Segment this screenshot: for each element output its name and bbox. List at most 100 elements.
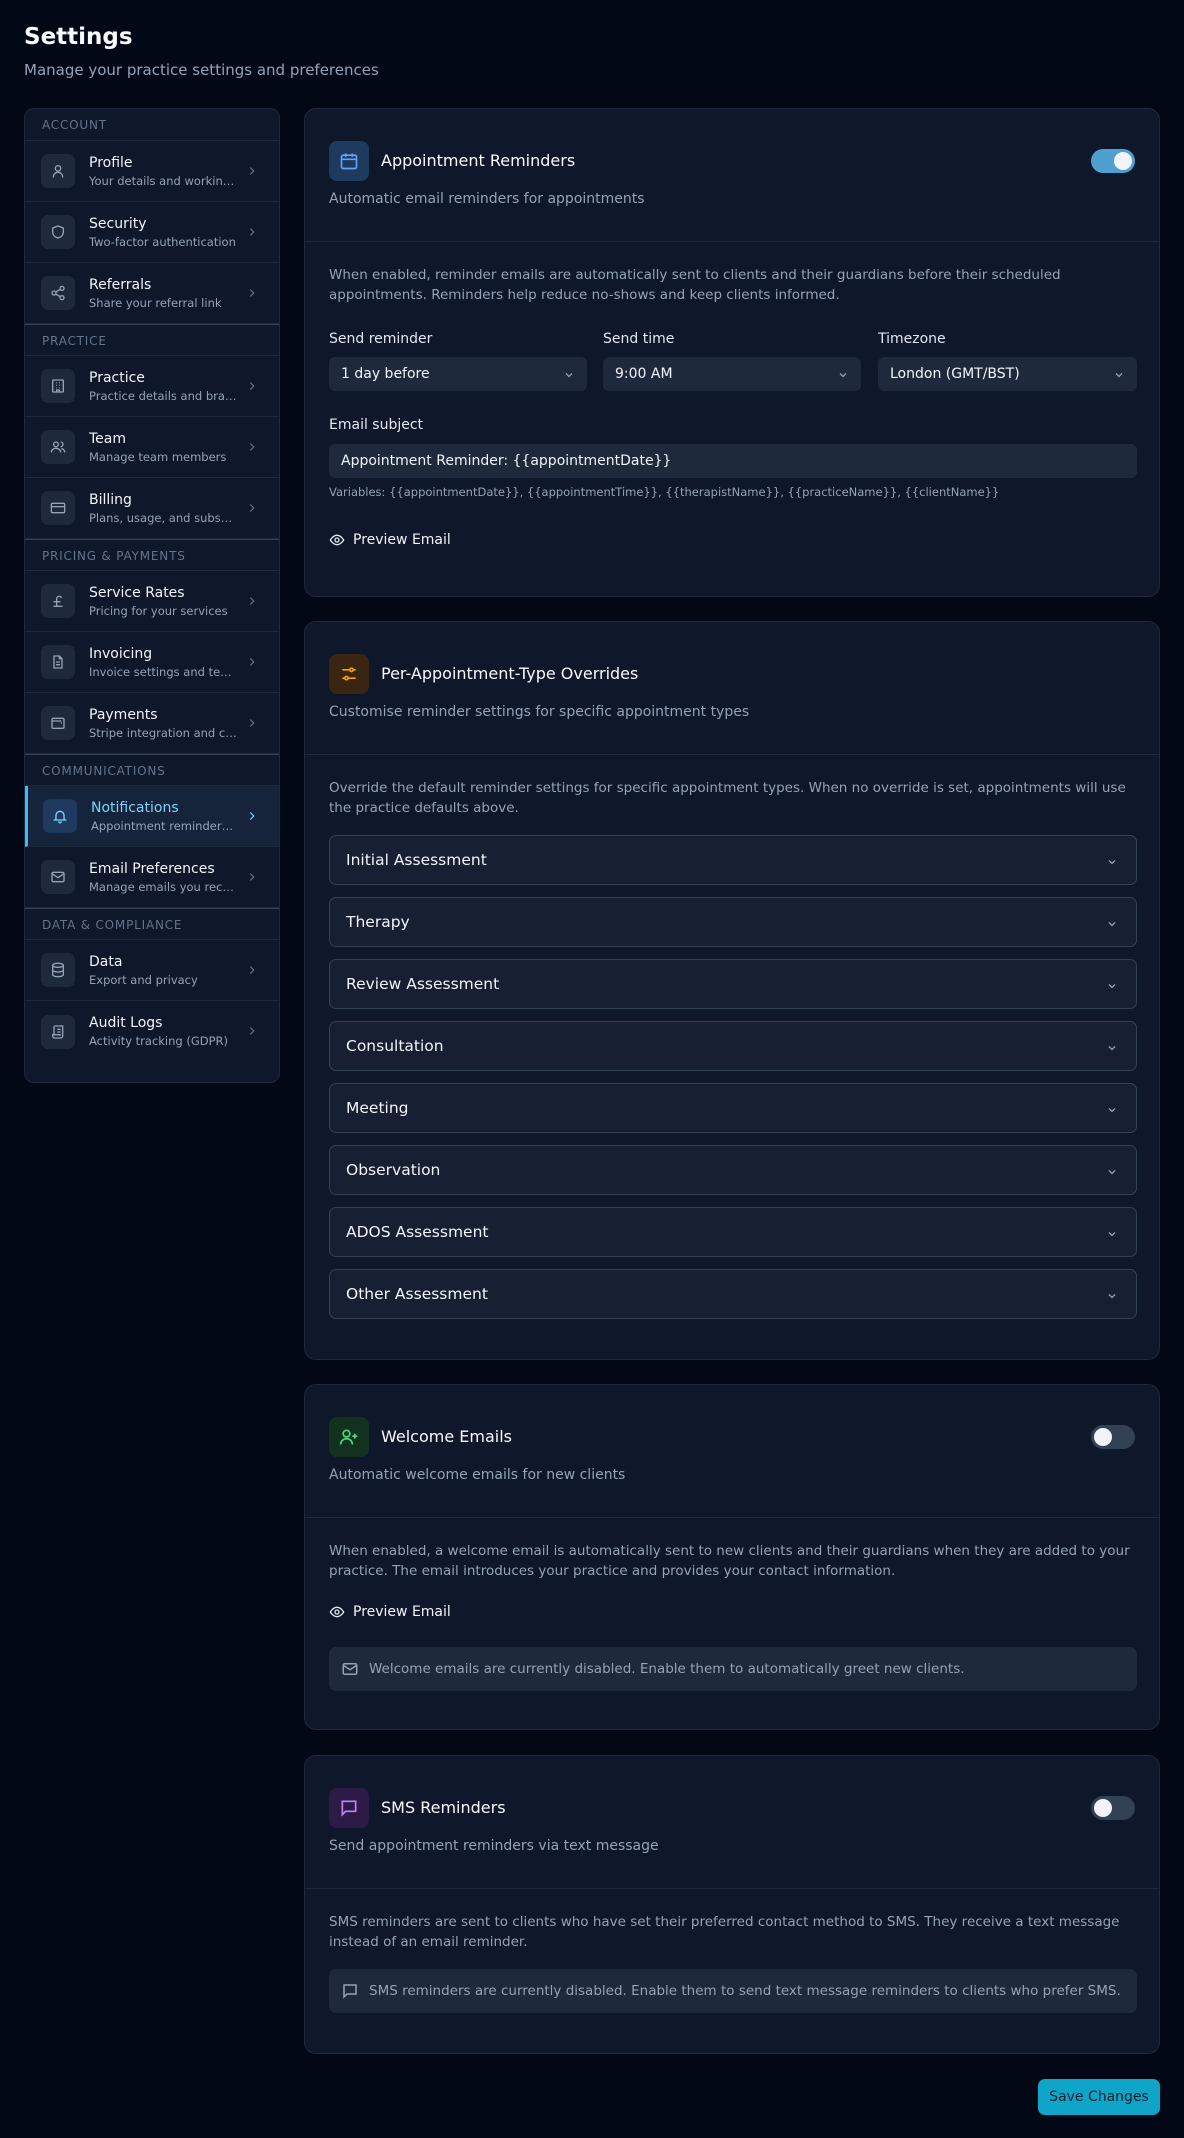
sidebar-item-security[interactable]: Security Two-factor authentication [25,202,279,263]
button-label: Preview Email [353,1604,451,1620]
pound-icon [41,584,75,618]
preview-email-button[interactable]: Preview Email [319,525,461,555]
sms-reminders-toggle[interactable] [1091,1796,1135,1820]
chevron-down-icon [1106,1166,1118,1178]
send-time-select[interactable]: 9:00 AM [603,357,861,391]
notice-text: SMS reminders are currently disabled. En… [369,1983,1121,1999]
chevron-right-icon [245,594,259,608]
sidebar-item-team[interactable]: Team Manage team members [25,417,279,478]
send-time-label: Send time [603,331,675,347]
eye-icon [329,532,345,548]
sidebar-item-label: Data [89,953,123,970]
chevron-right-icon [245,716,259,730]
accordion-label: Review Assessment [346,975,500,993]
card-title: Per-Appointment-Type Overrides [381,664,639,683]
sms-reminders-card: SMS Reminders Send appointment reminders… [304,1755,1160,2054]
sidebar-item-practice[interactable]: Practice Practice details and branding [25,356,279,417]
sidebar-section-data: DATA & COMPLIANCE [25,908,279,940]
accordion-label: Meeting [346,1099,409,1117]
sidebar-item-desc: Stripe integration and cards [89,725,237,740]
divider [305,241,1159,242]
sidebar-item-data[interactable]: Data Export and privacy [25,940,279,1001]
sidebar-item-label: Notifications [91,799,179,816]
sidebar-item-label: Payments [89,706,158,723]
sidebar-item-label: Service Rates [89,584,185,601]
toggle-knob [1094,1799,1112,1817]
user-plus-icon [329,1417,369,1457]
card-description: Customise reminder settings for specific… [329,704,750,720]
chevron-right-icon [245,164,259,178]
welcome-emails-toggle[interactable] [1091,1425,1135,1449]
chevron-right-icon [245,379,259,393]
card-title: Appointment Reminders [381,151,576,170]
reminders-body-text: When enabled, reminder emails are automa… [329,267,1061,303]
settings-sidebar: ACCOUNT Profile Your details and working … [24,108,280,1083]
sidebar-item-desc: Manage team members [89,449,227,464]
sidebar-item-desc: Practice details and branding [89,388,237,403]
override-accordion[interactable]: Initial Assessment [329,835,1137,885]
users-icon [41,430,75,464]
sidebar-item-invoicing[interactable]: Invoicing Invoice settings and templates [25,632,279,693]
eye-icon [329,1604,345,1620]
credit-card-icon [41,491,75,525]
sms-disabled-notice: SMS reminders are currently disabled. En… [329,1969,1137,2013]
welcome-emails-card: Welcome Emails Automatic welcome emails … [304,1384,1160,1730]
timezone-select[interactable]: London (GMT/BST) [878,357,1137,391]
override-accordion[interactable]: Observation [329,1145,1137,1195]
sidebar-section-practice: PRACTICE [25,324,279,356]
sidebar-item-service-rates[interactable]: Service Rates Pricing for your services [25,571,279,632]
accordion-label: Therapy [346,913,410,931]
sidebar-item-desc: Export and privacy [89,972,198,987]
sidebar-item-label: Referrals [89,276,152,293]
sidebar-item-desc: Two-factor authentication [89,234,236,249]
sidebar-section-account: ACCOUNT [25,109,279,141]
override-accordion[interactable]: Consultation [329,1021,1137,1071]
override-accordion[interactable]: Meeting [329,1083,1137,1133]
chevron-right-icon [245,1024,259,1038]
email-subject-input[interactable]: Appointment Reminder: {{appointmentDate}… [329,444,1137,478]
override-accordion[interactable]: Other Assessment [329,1269,1137,1319]
sidebar-item-desc: Plans, usage, and subscription [89,510,237,525]
bell-icon [43,799,77,833]
sidebar-item-notifications[interactable]: Notifications Appointment reminders and e… [25,786,279,847]
page-title: Settings [24,24,133,50]
divider [305,754,1159,755]
sidebar-item-payments[interactable]: Payments Stripe integration and cards [25,693,279,754]
sidebar-item-email-preferences[interactable]: Email Preferences Manage emails you recei… [25,847,279,908]
toggle-knob [1094,1428,1112,1446]
sidebar-item-label: Profile [89,154,133,171]
sidebar-item-label: Billing [89,491,132,508]
sidebar-item-billing[interactable]: Billing Plans, usage, and subscription [25,478,279,539]
save-changes-button[interactable]: Save Changes [1038,2079,1160,2115]
user-icon [41,154,75,188]
send-reminder-select[interactable]: 1 day before [329,357,587,391]
override-accordion[interactable]: ADOS Assessment [329,1207,1137,1257]
email-subject-label: Email subject [329,417,424,433]
sidebar-item-audit-logs[interactable]: Audit Logs Activity tracking (GDPR) [25,1001,279,1062]
chevron-right-icon [245,501,259,515]
sidebar-item-referrals[interactable]: Referrals Share your referral link [25,263,279,324]
calendar-icon [329,141,369,181]
mail-icon [341,1660,359,1678]
building-icon [41,369,75,403]
override-accordion[interactable]: Therapy [329,897,1137,947]
subject-variables-hint: Variables: {{appointmentDate}}, {{appoin… [329,485,1000,499]
reminders-toggle[interactable] [1091,149,1135,173]
card-title: Welcome Emails [381,1427,512,1446]
page-subtitle: Manage your practice settings and prefer… [24,61,379,79]
card-description: Automatic welcome emails for new clients [329,1467,626,1483]
chevron-right-icon [245,286,259,300]
shield-icon [41,215,75,249]
preview-email-button[interactable]: Preview Email [319,1597,461,1627]
divider [305,1888,1159,1889]
toggle-knob [1114,152,1132,170]
override-accordion[interactable]: Review Assessment [329,959,1137,1009]
select-value: London (GMT/BST) [890,366,1020,382]
sidebar-item-label: Security [89,215,147,232]
overrides-card: Per-Appointment-Type Overrides Customise… [304,621,1160,1360]
sidebar-item-desc: Appointment reminders and emails [91,818,239,833]
chevron-right-icon [245,870,259,884]
welcome-disabled-notice: Welcome emails are currently disabled. E… [329,1647,1137,1691]
appointment-reminders-card: Appointment Reminders Automatic email re… [304,108,1160,597]
sidebar-item-profile[interactable]: Profile Your details and working hours [25,141,279,202]
